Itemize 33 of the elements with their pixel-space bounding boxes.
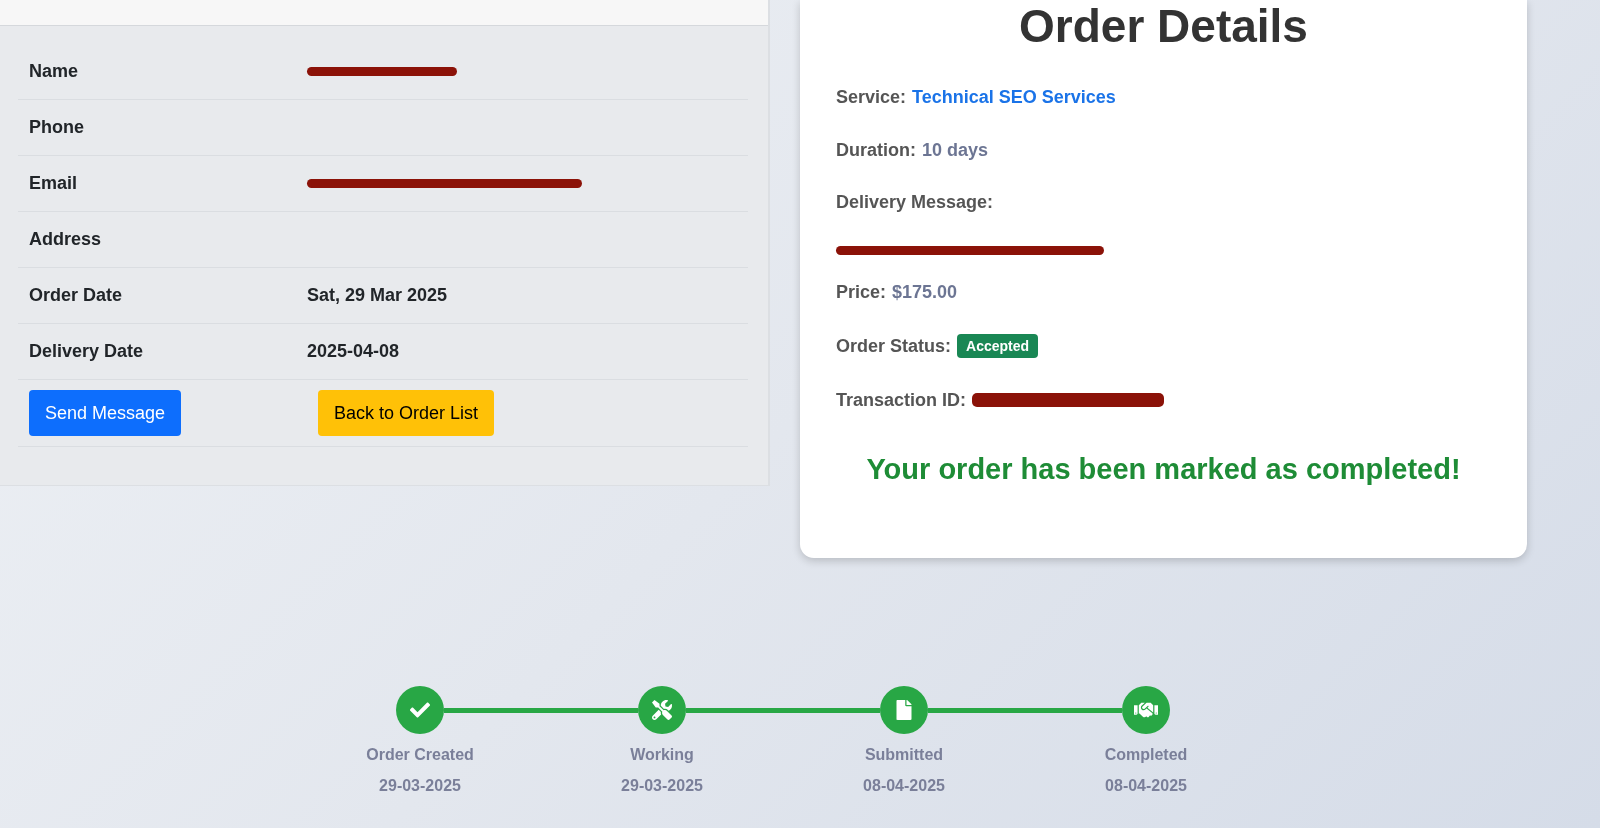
step-date: 29-03-2025 xyxy=(621,777,703,795)
tools-icon xyxy=(652,700,672,720)
step-label: Order Created xyxy=(366,746,474,764)
status-badge: Accepted xyxy=(957,334,1039,358)
row-value: 2025-04-08 xyxy=(307,341,400,362)
field-label: Transaction ID: xyxy=(836,389,967,411)
field-label: Order Status: xyxy=(836,335,952,357)
file-icon xyxy=(894,700,914,720)
row-label: Delivery Date xyxy=(28,341,145,362)
row-label: Order Date xyxy=(28,285,124,306)
field-label: Price: xyxy=(836,281,887,303)
send-message-button[interactable]: Send Message xyxy=(29,390,182,436)
row-label: Address xyxy=(28,229,103,250)
row-label: Email xyxy=(28,173,79,194)
field-label: Delivery Message: xyxy=(836,192,994,213)
step-date: 08-04-2025 xyxy=(1105,777,1187,795)
field-label: Service: xyxy=(836,86,907,108)
step-label: Working xyxy=(630,746,694,764)
field-label: Duration: xyxy=(836,139,916,161)
field-value: $175.00 xyxy=(892,281,958,303)
card-title: Order Details xyxy=(1018,0,1309,52)
field-value: 10 days xyxy=(922,139,989,161)
row-label: Name xyxy=(28,61,80,82)
back-button[interactable]: Back to Order List xyxy=(318,390,495,436)
row-label: Phone xyxy=(28,117,85,138)
step-date: 08-04-2025 xyxy=(863,777,945,795)
step-date: 29-03-2025 xyxy=(379,777,461,795)
row-value: Sat, 29 Mar 2025 xyxy=(307,285,448,306)
completion-message: Your order has been marked as completed! xyxy=(865,453,1462,486)
step-label: Completed xyxy=(1104,746,1188,764)
service-link[interactable]: Technical SEO Services xyxy=(912,86,1116,108)
step-label: Submitted xyxy=(864,746,944,764)
check-icon xyxy=(410,700,430,720)
